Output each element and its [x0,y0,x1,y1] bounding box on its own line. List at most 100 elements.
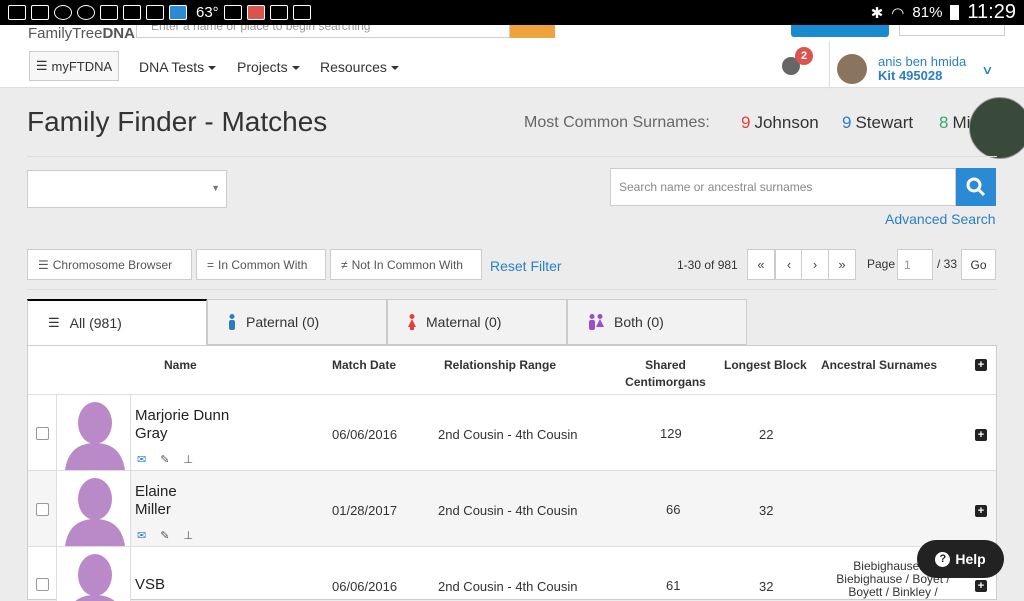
tab-all[interactable]: ☰ All (981) [27,299,207,346]
relationship-range: 2nd Cousin - 4th Cousin [438,503,578,518]
youtube-icon [31,5,49,20]
match-name-line-1: Elaine [135,483,177,500]
chevron-down-icon[interactable]: ∨ [981,63,993,77]
longest-block: 32 [759,579,774,594]
shared-cm[interactable]: 61 [666,578,680,593]
profile-silhouette[interactable] [56,395,131,470]
my-cart-button[interactable] [899,25,1005,36]
first-page-button[interactable]: « [747,249,775,280]
match-name-line-1: Marjorie Dunn [135,407,230,424]
system-indicators: ✱ ◠ 81% 11:29 [871,1,1016,24]
weather-icon [169,5,187,20]
next-page-button[interactable]: › [801,249,829,280]
family-tree-icon[interactable]: ⊥ [183,453,193,466]
tab-maternal[interactable]: Maternal (0) [387,299,567,345]
expand-row-icon[interactable]: + [975,580,987,592]
column-header-shared-cm[interactable]: Shared Centimorgans [623,358,708,389]
couple-icon [589,314,604,330]
common-surname-2[interactable]: 9 Stewart [842,113,913,133]
upgrade-button[interactable] [791,25,889,37]
table-row[interactable]: Marjorie Dunn Gray ✉ ✎ ⊥ 06/06/2016 2nd C… [28,395,996,471]
match-date: 06/06/2016 [332,579,398,594]
envelope-icon[interactable]: ✉ [137,453,146,466]
envelope-icon[interactable]: ✉ [137,529,146,542]
battery-icon [950,5,960,20]
column-header-name[interactable]: Name [164,358,197,372]
top-search-button[interactable] [510,25,555,38]
tab-paternal[interactable]: Paternal (0) [207,299,387,345]
column-header-longest-block[interactable]: Longest Block [724,358,807,372]
profile-silhouette[interactable] [56,471,131,546]
row-checkbox[interactable] [36,578,49,591]
user-kit-number[interactable]: Kit 495028 [878,68,942,83]
table-row[interactable]: VSB 06/06/2016 2nd Cousin - 4th Cousin 6… [28,547,996,601]
not-in-common-with-button[interactable]: ≠ Not In Common With [330,249,482,280]
common-surname-3[interactable]: 8 Mi [939,113,970,133]
nav-resources[interactable]: Resources [320,59,399,75]
row-checkbox[interactable] [36,427,49,440]
chromosome-browser-button[interactable]: ☰ Chromosome Browser [27,249,192,280]
cast-icon [8,5,26,20]
tab-all-label: All (981) [69,315,122,331]
surname-count: 9 [741,113,751,132]
reset-filter-link[interactable]: Reset Filter [490,258,562,274]
match-filter-select[interactable]: ▼ [27,170,227,208]
expand-row-icon[interactable]: + [975,429,987,441]
profile-silhouette[interactable] [56,547,131,601]
go-button[interactable]: Go [961,249,996,280]
nav-dna-tests[interactable]: DNA Tests [139,59,217,75]
last-page-button[interactable]: » [828,249,856,280]
prev-page-button[interactable]: ‹ [775,249,803,280]
in-common-with-button[interactable]: = In Common With [196,249,326,280]
divider [27,156,997,157]
female-silhouette-icon [75,554,115,601]
longest-block: 32 [759,503,774,518]
female-icon [408,314,416,330]
twitter-icon [123,5,141,20]
match-search-input[interactable]: Search name or ancestral surnames [610,168,956,206]
shared-cm[interactable]: 66 [666,502,680,517]
match-search-button[interactable] [956,168,996,206]
main-nav: ☰ myFTDNA DNA Tests Projects Resources 2… [0,41,1024,89]
system-status-bar: 63° ✱ ◠ 81% 11:29 [0,0,1024,25]
column-header-match-date[interactable]: Match Date [332,358,396,372]
edit-note-icon[interactable]: ✎ [160,529,169,542]
relationship-range: 2nd Cousin - 4th Cousin [438,579,578,594]
match-name[interactable]: VSB [135,576,255,594]
user-avatar[interactable] [837,54,867,84]
advanced-search-link[interactable]: Advanced Search [885,211,996,227]
match-name[interactable]: Marjorie Dunn Gray [135,407,255,443]
match-name-line-2: Gray [135,425,168,442]
edit-note-icon[interactable]: ✎ [160,453,169,466]
battery-level: 81% [912,4,943,21]
nav-projects[interactable]: Projects [237,59,300,75]
floating-chat-head[interactable] [969,97,1024,159]
top-search-input[interactable]: Enter a name or place to begin searching [136,25,510,38]
ftdna-logo[interactable]: FamilyTreeDNA [28,25,135,42]
family-tree-icon[interactable]: ⊥ [183,529,193,542]
in-common-with-label: In Common With [218,257,308,272]
help-button[interactable]: ? Help [917,540,1004,578]
chromosome-icon: ☰ [38,257,49,272]
user-name[interactable]: anis ben hmida [878,54,966,69]
nav-projects-label: Projects [237,59,288,75]
match-name[interactable]: Elaine Miller [135,483,255,519]
tab-both[interactable]: Both (0) [567,299,747,345]
table-row[interactable]: Elaine Miller ✉ ✎ ⊥ 01/28/2017 2nd Cousin… [28,471,996,547]
expand-columns-icon[interactable]: + [975,359,987,371]
myftdna-menu-button[interactable]: ☰ myFTDNA [29,51,119,81]
column-header-relationship[interactable]: Relationship Range [444,358,556,372]
column-header-ancestral-surnames[interactable]: Ancestral Surnames [821,358,937,372]
caret-down-icon [291,66,300,71]
match-name-line-1: VSB [135,576,166,593]
tab-both-label: Both (0) [614,314,664,330]
shared-cm[interactable]: 129 [660,426,682,441]
page-number-input[interactable]: 1 [897,249,933,280]
logo-suffix: DNA [102,25,135,42]
row-checkbox[interactable] [36,503,49,516]
logo-prefix: FamilyTree [28,25,103,42]
female-silhouette-icon [65,402,125,470]
expand-row-icon[interactable]: + [975,505,987,517]
top-search-placeholder: Enter a name or place to begin searching [151,25,371,33]
common-surname-1[interactable]: 9 Johnson [741,113,819,133]
